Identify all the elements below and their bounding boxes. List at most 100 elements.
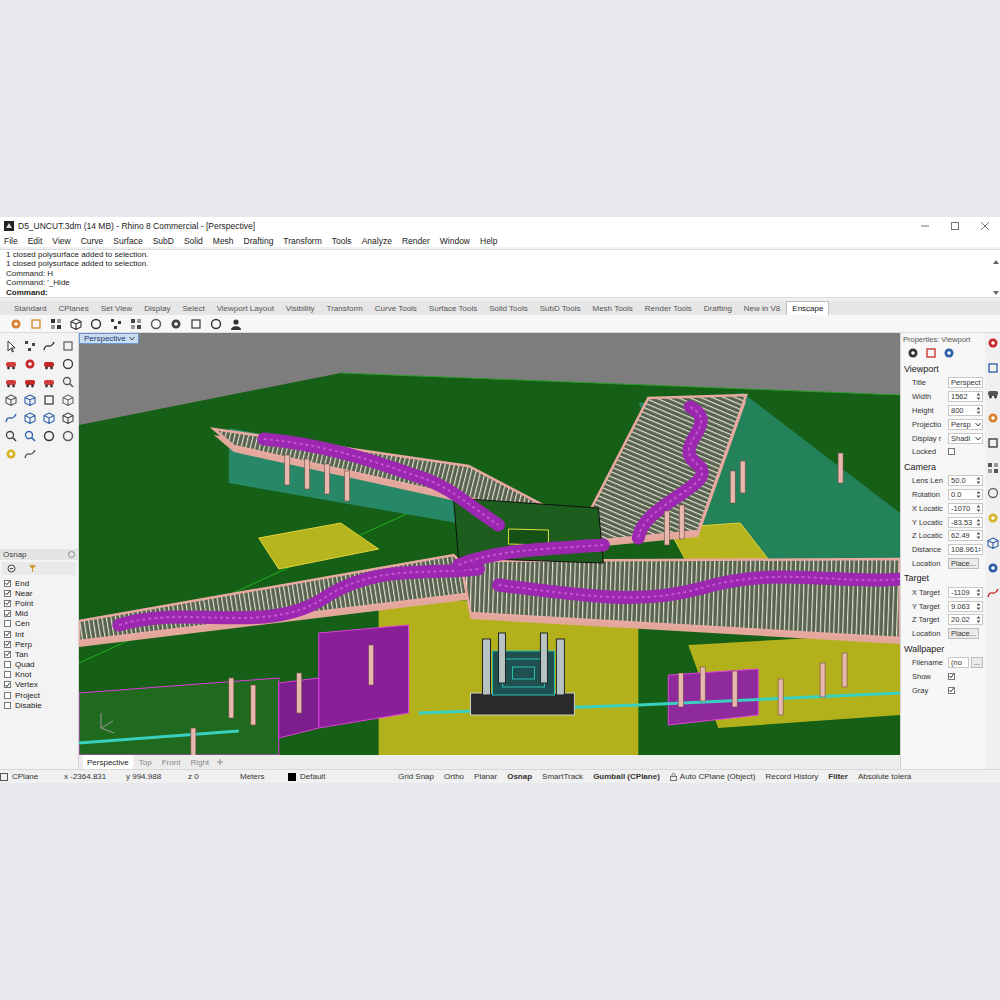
checkbox[interactable]	[4, 661, 11, 668]
cplane-cell[interactable]: CPlane	[0, 772, 64, 781]
value-field[interactable]: -1070	[948, 503, 983, 514]
status-toggle[interactable]: Filter	[828, 772, 848, 781]
menu-item[interactable]: Render	[402, 236, 430, 246]
spin-arrows-icon[interactable]	[976, 602, 981, 611]
panel-tab-icon[interactable]	[986, 461, 1000, 475]
status-toggle[interactable]: Osnap	[507, 772, 532, 781]
tool-icon[interactable]	[23, 393, 37, 407]
ramp-southeast[interactable]	[461, 559, 900, 644]
menu-item[interactable]: Mesh	[213, 236, 234, 246]
command-scrollbar[interactable]	[991, 250, 1000, 297]
toolbar-tab[interactable]: Surface Tools	[423, 301, 483, 315]
snap-mode-icon[interactable]	[7, 564, 16, 573]
value-field[interactable]: 9.063	[948, 601, 983, 612]
spin-arrows-icon[interactable]	[976, 518, 981, 527]
add-viewport-icon[interactable]	[215, 755, 225, 769]
spin-arrows-icon[interactable]	[976, 504, 981, 513]
value-field[interactable]: 50.0	[948, 475, 983, 486]
checkbox[interactable]	[4, 671, 11, 678]
model-scene[interactable]	[79, 333, 900, 755]
spin-arrows-icon[interactable]	[976, 490, 981, 499]
toolbar-tab[interactable]: Drafting	[698, 301, 738, 315]
close-button[interactable]	[970, 217, 1000, 234]
filename-field[interactable]: (no	[948, 657, 969, 668]
spin-arrows-icon[interactable]	[976, 588, 981, 597]
viewport-tab[interactable]: Perspective	[83, 755, 133, 769]
panel-tab-icon[interactable]	[986, 561, 1000, 575]
osnap-item[interactable]: Mid	[0, 609, 78, 619]
status-toggle[interactable]: Record History	[765, 772, 818, 781]
checkbox[interactable]	[4, 651, 11, 658]
checkbox[interactable]	[4, 631, 11, 638]
tool-icon[interactable]	[61, 411, 75, 425]
scroll-down-icon[interactable]	[993, 291, 999, 295]
toolbar-tab[interactable]: Display	[138, 301, 176, 315]
menu-item[interactable]: View	[52, 236, 70, 246]
toolbar-tab[interactable]: Select	[176, 301, 210, 315]
osnap-item[interactable]: Near	[0, 588, 78, 598]
checkbox[interactable]	[4, 692, 11, 699]
panel-tab-icon[interactable]	[986, 386, 1000, 400]
viewport-tab[interactable]: Front	[158, 755, 185, 769]
value-field[interactable]: 62.49	[948, 530, 983, 541]
menu-item[interactable]: Transform	[283, 236, 321, 246]
tool-icon[interactable]	[4, 447, 18, 461]
current-layer[interactable]: Default	[288, 772, 398, 781]
tool-icon[interactable]	[61, 357, 75, 371]
osnap-item[interactable]: Cen	[0, 619, 78, 629]
toolbar-tab[interactable]: Set View	[95, 301, 138, 315]
checkbox[interactable]	[948, 687, 955, 694]
menu-item[interactable]: File	[4, 236, 18, 246]
osnap-item[interactable]: Perp	[0, 639, 78, 649]
osnap-item[interactable]: Project	[0, 690, 78, 700]
panel-tab-icon[interactable]	[986, 336, 1000, 350]
osnap-item[interactable]: Int	[0, 629, 78, 639]
value-field[interactable]: 108.961	[948, 544, 983, 555]
panel-close-icon[interactable]	[68, 551, 75, 558]
checkbox[interactable]	[4, 590, 11, 597]
status-toggle[interactable]: Grid Snap	[398, 772, 434, 781]
tool-icon[interactable]	[169, 317, 183, 331]
status-toggle[interactable]: Absolute tolera	[858, 772, 911, 781]
tool-icon[interactable]	[23, 429, 37, 443]
menu-item[interactable]: Analyze	[362, 236, 392, 246]
chevron-down-icon[interactable]	[975, 422, 981, 427]
tool-icon[interactable]	[42, 429, 56, 443]
place-button[interactable]: Place...	[948, 558, 979, 569]
panel-tab-icon[interactable]	[986, 361, 1000, 375]
toolbar-tab[interactable]: Standard	[8, 301, 52, 315]
menu-item[interactable]: Window	[440, 236, 470, 246]
place-button[interactable]: Place...	[948, 628, 979, 639]
panel-tab-icon[interactable]	[986, 411, 1000, 425]
pavilion[interactable]	[471, 633, 575, 715]
spin-arrows-icon[interactable]	[976, 615, 981, 624]
spin-arrows-icon[interactable]	[976, 476, 981, 485]
toolbar-tab[interactable]: New in V8	[738, 301, 786, 315]
select-field[interactable]: Persp	[948, 419, 983, 430]
toolbar-tab[interactable]: Viewport Layout	[211, 301, 280, 315]
scroll-up-icon[interactable]	[993, 260, 999, 264]
toolbar-tab[interactable]: Visibility	[280, 301, 321, 315]
tool-icon[interactable]	[23, 339, 37, 353]
chevron-down-icon[interactable]	[129, 336, 135, 341]
menu-item[interactable]: Tools	[332, 236, 352, 246]
tool-icon[interactable]	[149, 317, 163, 331]
tool-icon[interactable]	[49, 317, 63, 331]
tool-icon[interactable]	[61, 393, 75, 407]
toolbar-tab[interactable]: Mesh Tools	[587, 301, 639, 315]
camera-icon[interactable]	[906, 346, 920, 360]
status-toggle[interactable]: Ortho	[444, 772, 464, 781]
value-field[interactable]: 800	[948, 405, 983, 416]
checkbox[interactable]	[4, 681, 11, 688]
command-prompt[interactable]: Command:	[6, 288, 985, 297]
value-field[interactable]: Perspect	[948, 377, 983, 388]
chevron-down-icon[interactable]	[975, 436, 981, 441]
tool-icon[interactable]	[229, 317, 243, 331]
value-field[interactable]: -83.53	[948, 517, 983, 528]
panel-tab-icon[interactable]	[986, 436, 1000, 450]
value-field[interactable]: 0.0	[948, 489, 983, 500]
tool-icon[interactable]	[61, 339, 75, 353]
viewport-icon[interactable]	[924, 346, 938, 360]
toolbar-tab[interactable]: CPlanes	[52, 301, 94, 315]
tool-icon[interactable]	[9, 317, 23, 331]
